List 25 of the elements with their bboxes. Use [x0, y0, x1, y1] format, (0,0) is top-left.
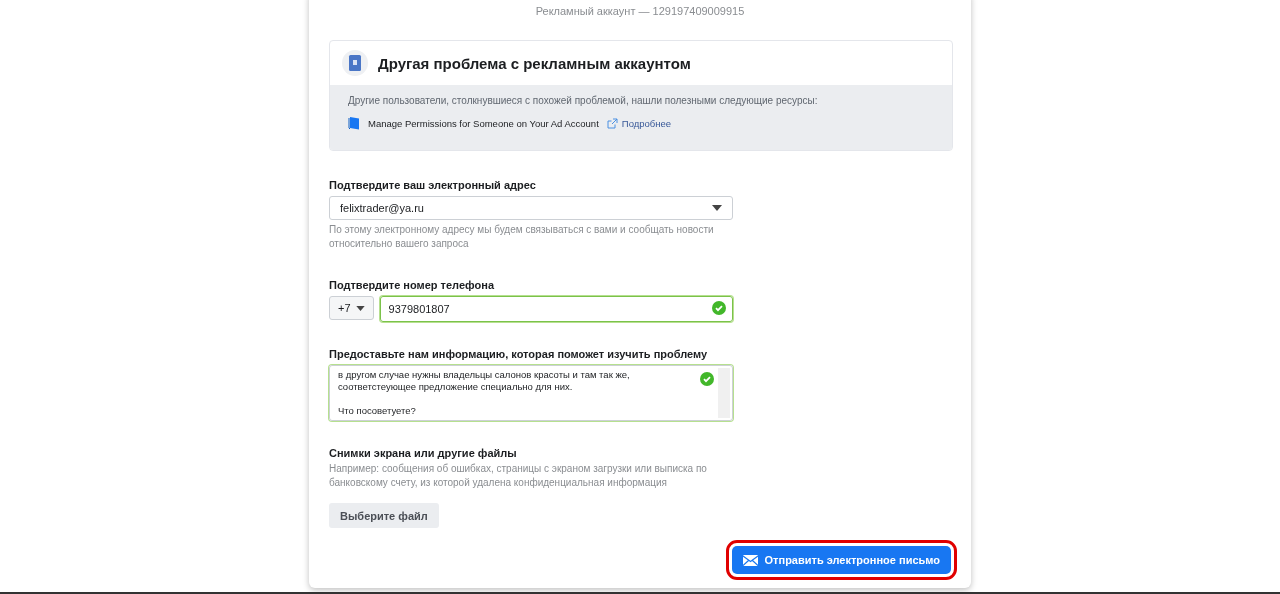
email-label: Подтвердите ваш электронный адрес [329, 179, 537, 191]
email-dropdown[interactable]: felixtrader@ya.ru [329, 196, 733, 220]
caret-icon [355, 305, 365, 311]
resources-intro: Другие пользователи, столкнувшиеся с похожей проблемой, нашли полезными следующие ресурсы: [348, 95, 819, 106]
document-icon [342, 50, 368, 76]
account-id-text: Рекламный аккаунт — 129197409009915 [534, 4, 746, 19]
book-icon [348, 116, 360, 130]
resource-title: Manage Permissions for Someone on Your Ad Account [368, 117, 599, 129]
caret-icon [712, 205, 722, 211]
files-help-text: Например: сообщения об ошибках, страницы с экраном загрузки или выписка по банковскому счету, из которой удалена конфиденциальная информация [329, 462, 708, 490]
phone-label: Подтвердите номер телефона [329, 279, 496, 291]
phone-field[interactable]: 9379801807 [379, 296, 733, 322]
check-icon [712, 301, 726, 315]
country-code-dropdown[interactable]: +7 [329, 296, 374, 320]
problem-title: Другая проблема с рекламным аккаунтом [378, 54, 691, 72]
details-label: Предоставьте нам информацию, которая поможет изучить проблему [329, 348, 709, 360]
check-icon [700, 372, 714, 386]
envelope-icon [742, 554, 758, 566]
details-textarea[interactable]: в другом случае нужны владельцы салонов красоты и там так же, соответстеующее предложение специально для них. Что посоветуете? [329, 365, 733, 421]
files-label: Снимки экрана или другие файлы [329, 447, 518, 459]
email-help-text: По этому электронному адресу мы будем связываться с вами и сообщать новости относительно вашего запроса [329, 223, 715, 251]
choose-file-button[interactable]: Выберите файл [329, 503, 439, 528]
learn-more-link[interactable]: Подробнее [606, 117, 672, 129]
scrollbar[interactable] [718, 368, 730, 418]
external-link-icon [606, 117, 618, 129]
